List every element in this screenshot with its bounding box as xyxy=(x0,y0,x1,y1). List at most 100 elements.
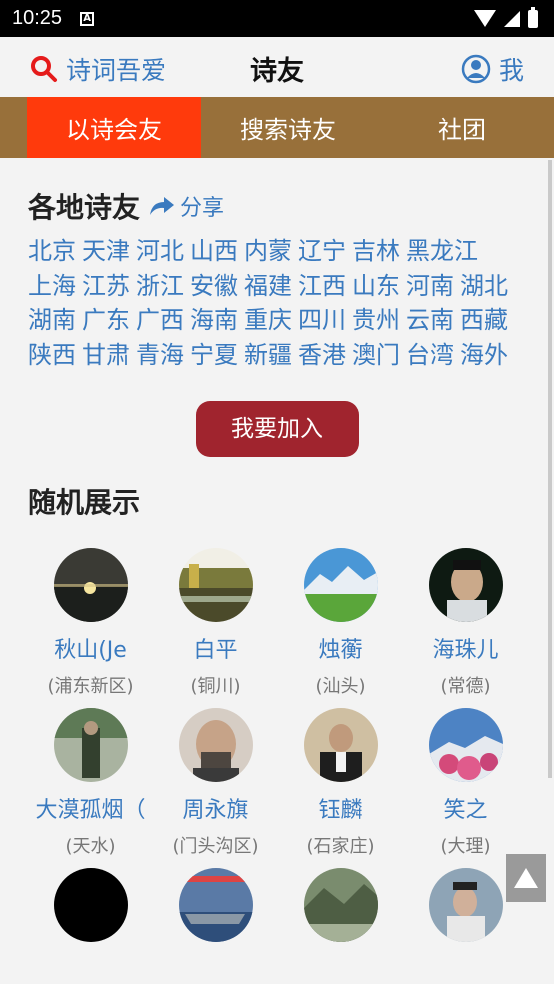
avatar xyxy=(428,708,503,782)
app-header: 诗词吾爱 诗友 我 xyxy=(0,37,554,97)
battery-icon xyxy=(528,6,538,28)
status-time: 10:25 xyxy=(12,7,63,29)
user-card[interactable]: 海珠儿 (常德) xyxy=(403,548,528,708)
region-link[interactable]: 香港 xyxy=(298,338,346,373)
avatar xyxy=(178,548,253,622)
region-link[interactable]: 内蒙 xyxy=(244,234,292,269)
user-card[interactable]: 钰麟 (石家庄) xyxy=(278,708,403,868)
avatar xyxy=(303,708,378,782)
user-card[interactable]: 秋山(Je (浦东新区) xyxy=(28,548,153,708)
region-link[interactable]: 贵州 xyxy=(352,303,400,338)
user-icon xyxy=(461,54,491,84)
avatar xyxy=(303,868,378,942)
region-link[interactable]: 宁夏 xyxy=(190,338,238,373)
region-link[interactable]: 广东 xyxy=(82,303,130,338)
tab-bar: 以诗会友 搜索诗友 社团 xyxy=(0,97,554,158)
user-location: (浦东新区) xyxy=(47,676,134,697)
user-location: (铜川) xyxy=(190,676,241,697)
avatar xyxy=(428,868,503,942)
region-link[interactable]: 湖南 xyxy=(28,303,76,338)
region-link[interactable]: 重庆 xyxy=(244,303,292,338)
region-link[interactable]: 海外 xyxy=(460,338,508,373)
user-location: (天水) xyxy=(65,836,116,857)
avatar xyxy=(428,548,503,622)
region-link[interactable]: 台湾 xyxy=(406,338,454,373)
region-link[interactable]: 江苏 xyxy=(82,269,130,304)
region-link[interactable]: 江西 xyxy=(298,269,346,304)
profile-link-label: 我 xyxy=(498,56,524,85)
region-link[interactable]: 上海 xyxy=(28,269,76,304)
user-location: (大理) xyxy=(440,836,491,857)
region-link[interactable]: 河北 xyxy=(136,234,184,269)
avatar xyxy=(53,548,128,622)
user-card[interactable]: 大漠孤烟（ (天水) xyxy=(28,708,153,868)
tab-search-friends[interactable]: 搜索诗友 xyxy=(201,97,375,158)
user-name: 周永旗 xyxy=(182,798,249,823)
user-location: (汕头) xyxy=(315,676,366,697)
user-name: 白平 xyxy=(193,638,238,663)
region-link[interactable]: 海南 xyxy=(190,303,238,338)
region-link[interactable]: 河南 xyxy=(406,269,454,304)
main-content: 各地诗友 分享 北京 天津 河北 山西 内蒙 辽宁 吉林 黑龙江上海 江苏 浙江 安徽 福建 江西 山东河… xyxy=(0,158,554,984)
share-label: 分享 xyxy=(180,196,225,221)
region-link[interactable]: 福建 xyxy=(244,269,292,304)
profile-link[interactable]: 我 xyxy=(461,51,524,87)
user-card[interactable]: 白平 (铜川) xyxy=(153,548,278,708)
region-link[interactable]: 山东 xyxy=(352,269,400,304)
scroll-to-top-button[interactable] xyxy=(506,854,546,902)
tab-poetry-friends[interactable]: 以诗会友 xyxy=(27,97,201,158)
avatar xyxy=(53,708,128,782)
region-link[interactable]: 浙江 xyxy=(136,269,184,304)
region-link[interactable]: 新疆 xyxy=(244,338,292,373)
user-card[interactable] xyxy=(153,868,278,984)
region-link[interactable]: 陕西 xyxy=(28,338,76,373)
user-location: (门头沟区) xyxy=(172,836,259,857)
region-link[interactable]: 北京 xyxy=(28,234,76,269)
user-location: (石家庄) xyxy=(306,836,375,857)
join-button[interactable]: 我要加入 xyxy=(195,401,359,457)
region-link[interactable]: 吉林 xyxy=(352,234,400,269)
region-link[interactable]: 四川 xyxy=(298,303,346,338)
arrow-up-icon xyxy=(514,868,538,888)
region-link[interactable]: 安徽 xyxy=(190,269,238,304)
notification-icon: A xyxy=(80,11,95,26)
user-card[interactable] xyxy=(278,868,403,984)
wifi-icon xyxy=(474,10,496,27)
avatar xyxy=(178,868,253,942)
region-list: 北京 天津 河北 山西 内蒙 辽宁 吉林 黑龙江上海 江苏 浙江 安徽 福建 江西 山东 河南 湖北湖南 广东广… xyxy=(28,234,528,372)
regions-section-header: 各地诗友 分享 xyxy=(28,186,526,226)
region-link[interactable]: 山西 xyxy=(190,234,238,269)
scrollbar[interactable] xyxy=(548,160,552,778)
share-button[interactable]: 分享 xyxy=(148,190,224,222)
user-card[interactable]: 周永旗 (门头沟区) xyxy=(153,708,278,868)
region-link[interactable]: 黑龙江 xyxy=(406,234,478,269)
user-grid: 秋山(Je (浦东新区) 白平 (铜川) 烛蘅 (汕头) 海珠儿 (常德) 大漠孤烟（ (天水) 周… xyxy=(28,548,526,984)
user-card[interactable] xyxy=(28,868,153,984)
user-card[interactable]: 烛蘅 (汕头) xyxy=(278,548,403,708)
region-link[interactable]: 西藏 xyxy=(460,303,508,338)
avatar xyxy=(303,548,378,622)
region-link[interactable]: 天津 xyxy=(82,234,130,269)
user-name: 笑之 xyxy=(443,798,488,823)
region-link[interactable]: 青海 xyxy=(136,338,184,373)
user-card[interactable]: 笑之 (大理) xyxy=(403,708,528,868)
avatar xyxy=(178,708,253,782)
region-link[interactable]: 甘肃 xyxy=(82,338,130,373)
user-name: 海珠儿 xyxy=(432,638,499,663)
user-name: 钰麟 xyxy=(318,798,363,823)
signal-icon xyxy=(504,10,520,27)
avatar xyxy=(53,868,128,942)
region-link[interactable]: 澳门 xyxy=(352,338,400,373)
user-location: (常德) xyxy=(440,676,491,697)
region-link[interactable]: 云南 xyxy=(406,303,454,338)
share-icon xyxy=(150,197,175,215)
user-name: 秋山(Je xyxy=(54,638,127,663)
region-link[interactable]: 广西 xyxy=(136,303,184,338)
tab-clubs[interactable]: 社团 xyxy=(375,97,549,158)
regions-title: 各地诗友 xyxy=(28,191,141,224)
status-icons xyxy=(474,0,538,37)
random-section-title: 随机展示 xyxy=(28,486,141,519)
region-link[interactable]: 湖北 xyxy=(460,269,508,304)
region-link[interactable]: 辽宁 xyxy=(298,234,346,269)
user-name: 大漠孤烟（ xyxy=(35,798,146,823)
